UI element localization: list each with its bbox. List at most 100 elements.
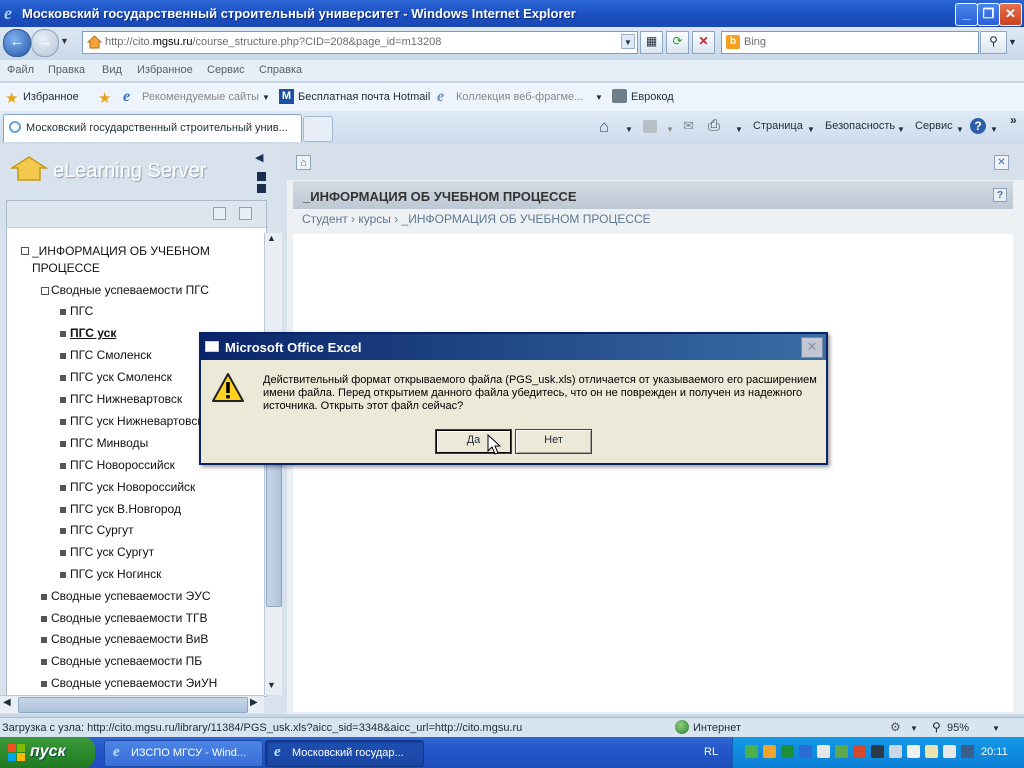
collapse-left-icon[interactable]: ◀ (255, 151, 263, 164)
tree-group[interactable]: Сводные успеваемости ЭУС (51, 589, 211, 603)
panel-help-icon[interactable]: ? (993, 188, 1007, 202)
tree-item-link[interactable]: ПГС Минводы (70, 436, 148, 450)
start-button[interactable]: пуск (0, 737, 95, 768)
forward-button[interactable]: → (31, 29, 59, 57)
zoom-icon[interactable]: ⚲ (932, 720, 941, 734)
cmd-page[interactable]: Страница (753, 120, 803, 132)
tree-group[interactable]: Сводные успеваемости ТГВ (51, 611, 208, 625)
chevron-down-icon[interactable]: ▼ (625, 125, 633, 134)
tree-group-pgs[interactable]: Сводные успеваемости ПГС (51, 283, 209, 297)
help-icon[interactable]: ? (970, 118, 986, 134)
address-dropdown-icon[interactable]: ▼ (621, 34, 635, 49)
add-favorite-icon[interactable]: ★ (98, 89, 111, 107)
tree-collapse-icon[interactable] (239, 207, 252, 220)
feeds-icon[interactable] (643, 120, 657, 133)
search-icon[interactable]: ⚲ (980, 31, 1007, 54)
toolbar-more-icon[interactable]: » (1010, 113, 1017, 127)
menu-tools[interactable]: Сервис (207, 64, 245, 76)
tree-item-link[interactable]: ПГС Сургут (70, 523, 134, 537)
chevron-down-icon[interactable]: ▼ (992, 724, 1000, 733)
search-input[interactable]: b Bing (721, 31, 979, 54)
chevron-down-icon[interactable]: ▼ (595, 93, 603, 102)
tree-item-link[interactable]: ПГС уск Ногинск (70, 567, 161, 581)
tray-app-icon[interactable] (763, 745, 776, 758)
tree-toggle-icon[interactable] (41, 616, 47, 622)
dialog-close-button[interactable]: ✕ (801, 337, 823, 358)
tree-toggle-icon[interactable] (41, 681, 47, 687)
home-icon[interactable]: ⌂ (599, 117, 609, 137)
no-button[interactable]: Нет (515, 429, 592, 454)
network-icon[interactable] (961, 745, 974, 758)
clock[interactable]: 20:11 (981, 746, 1008, 758)
tree-group[interactable]: Сводные успеваемости ЭиУН (51, 676, 217, 690)
fav-hotmail[interactable]: Бесплатная почта Hotmail (298, 91, 430, 103)
new-tab-button[interactable] (303, 116, 333, 142)
tree-toggle-icon[interactable] (41, 287, 49, 295)
tray-app-icon[interactable] (925, 745, 938, 758)
minimize-button[interactable]: _ (955, 3, 978, 26)
language-indicator[interactable]: RL (704, 746, 718, 758)
chevron-down-icon[interactable]: ▼ (666, 125, 674, 134)
scroll-up-icon[interactable]: ▲ (267, 233, 276, 243)
scroll-left-icon[interactable]: ◀ (3, 697, 11, 708)
tree-item-link[interactable]: ПГС уск Нижневартовск (70, 414, 203, 428)
chevron-down-icon[interactable]: ▼ (735, 125, 743, 134)
restore-button[interactable]: ❐ (977, 3, 1000, 26)
dock-icon[interactable] (257, 172, 266, 181)
tree-item-link[interactable]: ПГС уск В.Новгород (70, 502, 181, 516)
breadcrumb[interactable]: Студент › курсы › _ИНФОРМАЦИЯ ОБ УЧЕБНОМ… (302, 212, 651, 226)
tray-app-icon[interactable] (781, 745, 794, 758)
back-button[interactable]: ← (3, 29, 31, 57)
menu-help[interactable]: Справка (259, 64, 302, 76)
tree-toggle-icon[interactable] (41, 637, 47, 643)
tree-group[interactable]: Сводные успеваемости ПБ (51, 654, 202, 668)
tree-item-link[interactable]: ПГС уск Сургут (70, 545, 154, 559)
favorites-button[interactable]: Избранное (23, 91, 79, 103)
tree-item-link[interactable]: ПГС Смоленск (70, 348, 151, 362)
tree-root[interactable]: _ИНФОРМАЦИЯ ОБ УЧЕБНОМ (32, 244, 210, 258)
tray-app-icon[interactable] (907, 745, 920, 758)
tray-app-icon[interactable] (889, 745, 902, 758)
tree-item-selected[interactable]: ПГС уск (70, 326, 116, 340)
tree-group[interactable]: Сводные успеваемости ВиВ (51, 632, 208, 646)
fav-eurocode[interactable]: Еврокод (631, 91, 674, 103)
tree-horizontal-scrollbar[interactable]: ◀ ▶ (0, 695, 264, 713)
menu-favorites[interactable]: Избранное (137, 64, 193, 76)
tray-app-icon[interactable] (853, 745, 866, 758)
cmd-tools[interactable]: Сервис (915, 120, 953, 132)
tab-active[interactable]: Московский государственный строительный … (3, 114, 302, 142)
history-dropdown-icon[interactable]: ▼ (60, 36, 69, 46)
volume-icon[interactable] (943, 745, 956, 758)
close-button[interactable]: ✕ (999, 3, 1022, 26)
tree-item-link[interactable]: ПГС уск Новороссийск (70, 480, 195, 494)
tray-app-icon[interactable] (817, 745, 830, 758)
address-input[interactable]: http://cito.mgsu.ru/course_structure.php… (82, 31, 638, 54)
chevron-down-icon[interactable]: ▼ (910, 724, 918, 733)
fav-suggested-sites[interactable]: Рекомендуемые сайты (142, 91, 259, 103)
tree-root-cont[interactable]: ПРОЦЕССЕ (32, 261, 100, 275)
tree-search-icon[interactable] (213, 207, 226, 220)
taskbar-item[interactable]: e ИЗСПО МГСУ - Wind... (104, 740, 263, 767)
taskbar-item-active[interactable]: e Московский государ... (265, 740, 424, 767)
scroll-right-icon[interactable]: ▶ (250, 697, 258, 708)
dock-icon[interactable] (257, 184, 266, 193)
zoom-level[interactable]: 95% (947, 722, 969, 734)
tray-app-icon[interactable] (745, 745, 758, 758)
tree-toggle-icon[interactable] (41, 659, 47, 665)
menu-edit[interactable]: Правка (48, 64, 85, 76)
chevron-down-icon[interactable]: ▼ (807, 125, 815, 134)
tray-app-icon[interactable] (799, 745, 812, 758)
content-close-icon[interactable]: ✕ (994, 155, 1009, 170)
fav-web-slice-gallery[interactable]: Коллекция веб-фрагме... (456, 91, 583, 103)
cmd-safety[interactable]: Безопасность (825, 120, 895, 132)
mail-icon[interactable]: ✉ (683, 118, 694, 134)
tree-item-link[interactable]: ПГС уск Смоленск (70, 370, 172, 384)
tree-item-link[interactable]: ПГС Нижневартовск (70, 392, 182, 406)
tree-item-link[interactable]: ПГС Новороссийск (70, 458, 175, 472)
chevron-down-icon[interactable]: ▼ (990, 125, 998, 134)
refresh-icon[interactable]: ⟳ (666, 31, 689, 54)
print-icon[interactable]: ⎙ (708, 117, 720, 134)
tray-app-icon[interactable] (871, 745, 884, 758)
chevron-down-icon[interactable]: ▼ (897, 125, 905, 134)
tray-app-icon[interactable] (835, 745, 848, 758)
